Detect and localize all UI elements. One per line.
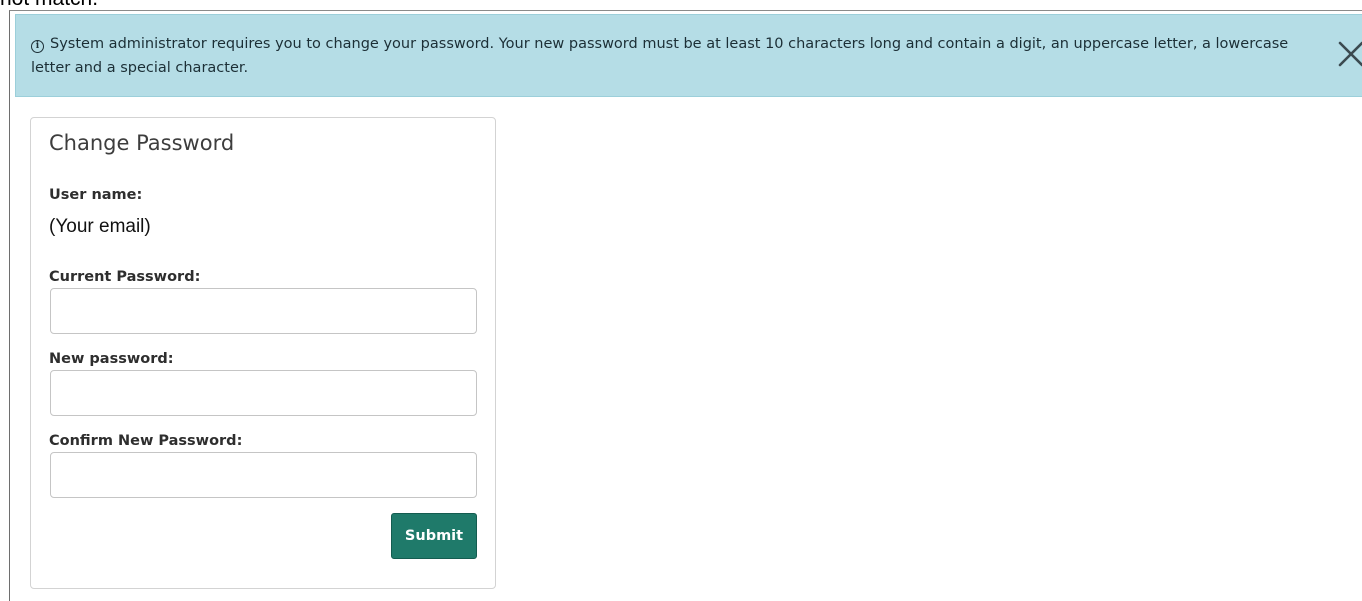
current-password-input[interactable] — [50, 288, 477, 334]
close-alert-button[interactable] — [1334, 37, 1362, 71]
alert-message: System administrator requires you to cha… — [31, 36, 1289, 76]
username-label: User name: — [49, 187, 143, 203]
change-password-card: Change Password User name: (Your email) … — [30, 117, 496, 589]
new-password-input[interactable] — [50, 370, 477, 416]
submit-button[interactable]: Submit — [391, 513, 477, 559]
alert-text-block: i System administrator requires you to ch… — [31, 32, 1321, 80]
close-icon — [1338, 41, 1362, 67]
password-alert: i System administrator requires you to ch… — [15, 14, 1362, 97]
current-password-label: Current Password: — [49, 269, 201, 285]
page: not match. iSystem administrator require… — [0, 0, 1362, 601]
info-icon: i — [31, 40, 44, 53]
confirm-password-label: Confirm New Password: — [49, 433, 243, 449]
new-password-label: New password: — [49, 351, 174, 367]
card-title: Change Password — [49, 131, 235, 155]
confirm-password-input[interactable] — [50, 452, 477, 498]
username-value: (Your email) — [49, 216, 151, 237]
